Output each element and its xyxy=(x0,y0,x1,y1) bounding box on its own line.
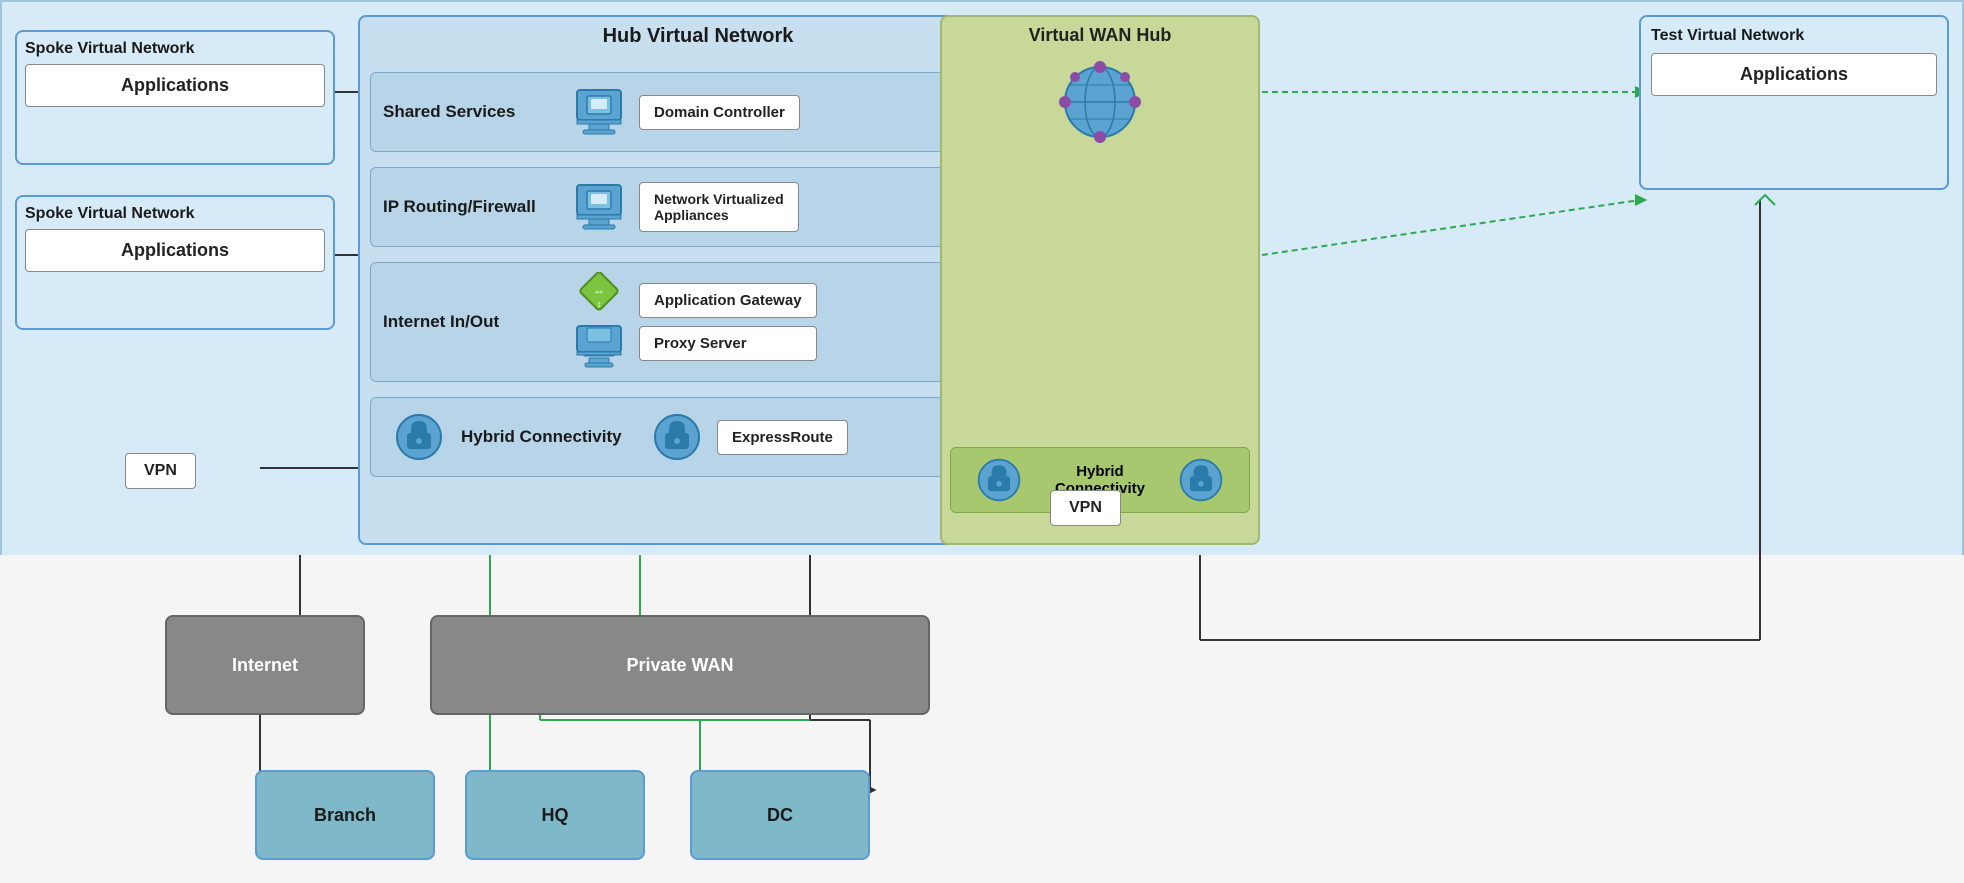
wan-hub: Virtual WAN Hub HybridConnectivity xyxy=(940,15,1260,545)
hub-row-internet-inout: Internet In/Out ↔ ↕ Application Gateway … xyxy=(370,262,1025,382)
hq-box: HQ xyxy=(465,770,645,860)
spoke-vnet-1-label: Spoke Virtual Network xyxy=(25,40,325,58)
internet-inout-icon: ↔ ↕ xyxy=(571,294,627,350)
expressroute-icon xyxy=(649,409,705,465)
dc-box: DC xyxy=(690,770,870,860)
spoke-vnet-2-app: Applications xyxy=(25,229,325,272)
hybrid-conn-label: Hybrid Connectivity xyxy=(461,427,641,447)
svg-text:↔: ↔ xyxy=(593,283,605,297)
wan-hub-title: Virtual WAN Hub xyxy=(942,17,1258,50)
spoke-vnet-2-label: Spoke Virtual Network xyxy=(25,205,325,223)
shared-services-label: Shared Services xyxy=(383,102,563,122)
hub-row-hybrid: Hybrid Connectivity ExpressRoute xyxy=(370,397,1025,477)
branch-box: Branch xyxy=(255,770,435,860)
domain-controller-box: Domain Controller xyxy=(639,95,800,130)
spoke-vnet-1: Spoke Virtual Network Applications xyxy=(15,30,335,165)
spoke-vnet-2: Spoke Virtual Network Applications xyxy=(15,195,335,330)
test-vnet: Test Virtual Network Applications xyxy=(1639,15,1949,190)
hub-vnet-title: Hub Virtual Network xyxy=(360,17,1036,52)
test-vnet-label: Test Virtual Network xyxy=(1651,27,1937,45)
application-gateway-box: Application Gateway xyxy=(639,283,817,318)
vpn-wan-label: VPN xyxy=(1050,490,1121,526)
hub-row-shared-services: Shared Services Domain Controller xyxy=(370,72,1025,152)
internet-box: Internet xyxy=(165,615,365,715)
ip-routing-label: IP Routing/Firewall xyxy=(383,197,563,217)
shared-services-icon xyxy=(571,84,627,140)
expressroute-box: ExpressRoute xyxy=(717,420,848,455)
vpn-left-label: VPN xyxy=(125,453,196,489)
ip-routing-icon xyxy=(571,179,627,235)
svg-text:↕: ↕ xyxy=(597,299,602,309)
hybrid-lock-icon xyxy=(391,409,447,465)
network-virtualized-box: Network Virtualized Appliances xyxy=(639,182,799,232)
test-vnet-app: Applications xyxy=(1651,53,1937,96)
proxy-server-box: Proxy Server xyxy=(639,326,817,361)
hub-vnet: Hub Virtual Network Shared Services Doma… xyxy=(358,15,1038,545)
hub-row-ip-routing: IP Routing/Firewall Network Virtualized … xyxy=(370,167,1025,247)
spoke-vnet-1-app: Applications xyxy=(25,64,325,107)
private-wan-box: Private WAN xyxy=(430,615,930,715)
internet-inout-label: Internet In/Out xyxy=(383,312,563,332)
